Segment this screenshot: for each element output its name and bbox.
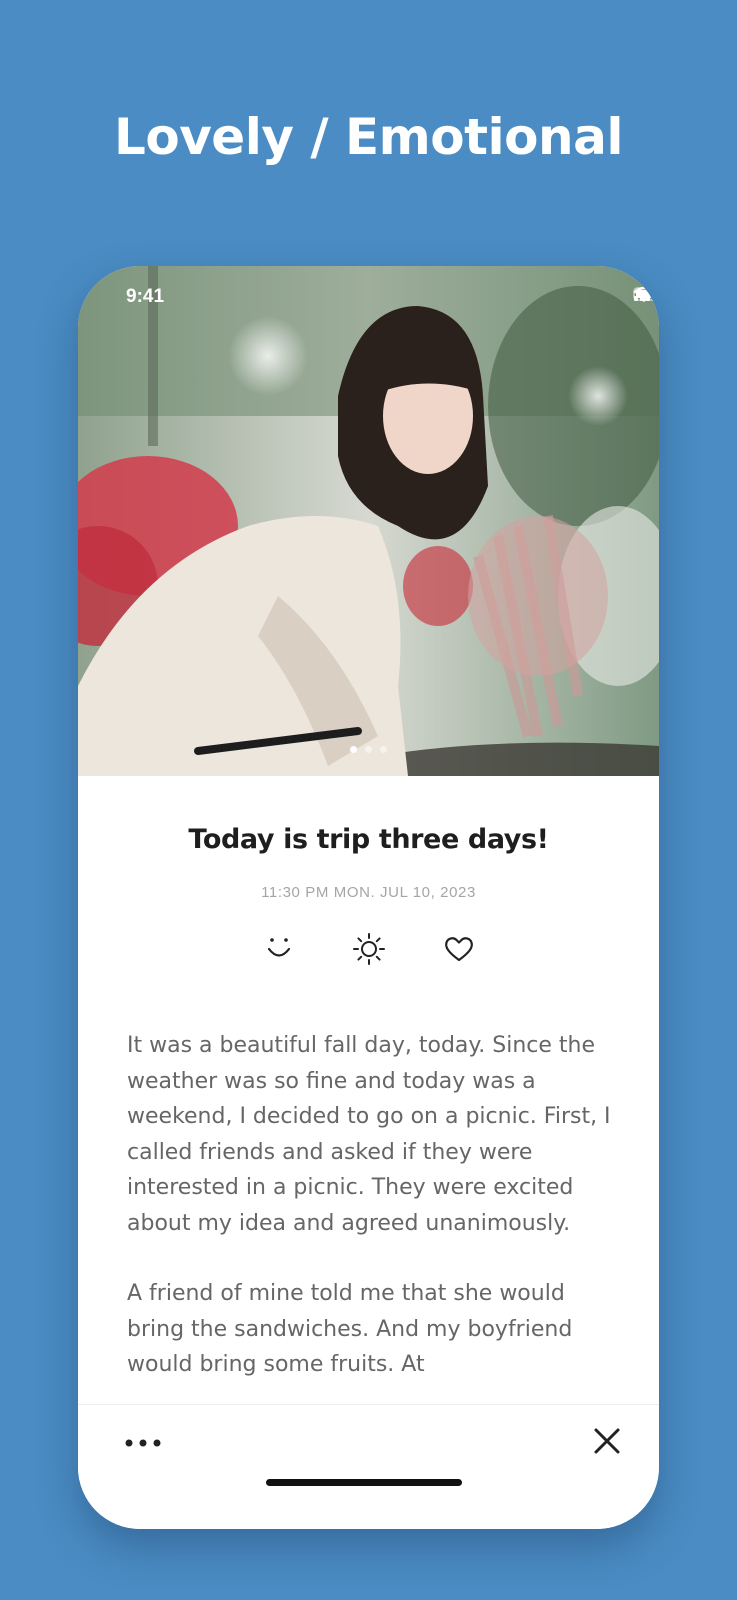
entry-date: 11:30 PM MON. JUL 10, 2023 (261, 884, 476, 901)
entry-body: It was a beautiful fall day, today. Sinc… (127, 1028, 617, 1386)
photo-page-indicator[interactable] (78, 746, 659, 753)
close-icon[interactable] (591, 1425, 623, 1457)
home-indicator[interactable] (266, 1479, 462, 1486)
page-dot[interactable] (380, 746, 387, 753)
status-time: 9:41 (126, 286, 165, 307)
page-dot[interactable] (365, 746, 372, 753)
entry-photo: 9:41 (78, 266, 659, 776)
mood-row (78, 932, 659, 966)
page-headline: Lovely / Emotional (114, 108, 624, 166)
portrait-photo (78, 266, 659, 776)
entry-paragraph: A friend of mine told me that she would … (127, 1281, 573, 1377)
more-icon[interactable] (123, 1431, 167, 1455)
battery-icon (633, 287, 659, 301)
sun-icon[interactable] (352, 932, 386, 966)
entry-paragraph: It was a beautiful fall day, today. Sinc… (127, 1033, 611, 1236)
heart-icon[interactable] (442, 932, 476, 966)
entry-title: Today is trip three days! (188, 824, 549, 855)
bottom-toolbar (78, 1404, 659, 1529)
smile-icon[interactable] (262, 932, 296, 966)
phone-frame: 9:41 Today is trip three days! 11:30 PM … (78, 266, 659, 1529)
status-bar: 9:41 (78, 266, 659, 316)
page-dot[interactable] (350, 746, 357, 753)
